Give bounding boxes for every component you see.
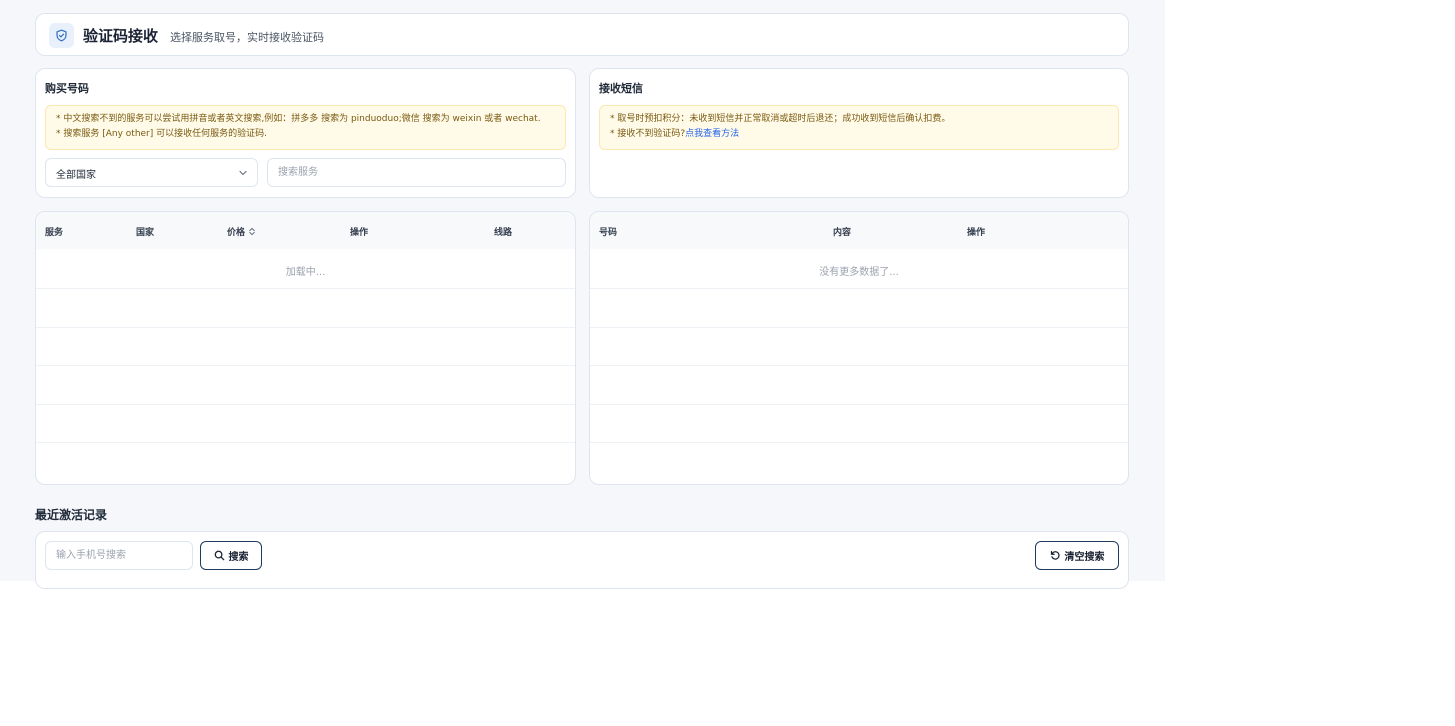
table-row xyxy=(36,288,575,327)
receive-sms-panel: 接收短信 * 取号时预扣积分：未收到短信并正常取消或超时后退还；成功收到短信后确… xyxy=(589,68,1129,198)
column-header-country: 国家 xyxy=(136,228,155,238)
chevron-down-icon xyxy=(239,170,247,176)
page-header: 验证码接收 选择服务取号，实时接收验证码 xyxy=(35,13,1129,56)
services-table-header: 服务 国家 价格 操作 线路 xyxy=(36,212,575,249)
sms-table-header: 号码 内容 操作 xyxy=(590,212,1128,249)
buy-notice-line-2: * 搜索服务 [Any other] 可以接收任何服务的验证码. xyxy=(56,129,267,139)
buy-notice-line-1: * 中文搜索不到的服务可以尝试用拼音或者英文搜索,例如：拼多多 搜索为 pind… xyxy=(56,114,541,124)
buy-panel-title: 购买号码 xyxy=(45,82,89,95)
table-row xyxy=(590,327,1128,366)
page-title: 验证码接收 xyxy=(83,27,159,45)
buy-number-panel: 购买号码 * 中文搜索不到的服务可以尝试用拼音或者英文搜索,例如：拼多多 搜索为… xyxy=(35,68,576,198)
receive-panel-title: 接收短信 xyxy=(599,82,643,95)
page-background: 验证码接收 选择服务取号，实时接收验证码 购买号码 * 中文搜索不到的服务可以尝… xyxy=(0,0,1165,589)
column-header-content: 内容 xyxy=(833,228,852,238)
loading-status: 加载中... xyxy=(285,267,326,278)
receive-notice: * 取号时预扣积分：未收到短信并正常取消或超时后退还；成功收到短信后确认扣费。 … xyxy=(599,105,1119,150)
search-icon xyxy=(214,550,224,561)
table-row xyxy=(36,442,575,481)
service-search-input[interactable] xyxy=(267,158,566,187)
receive-notice-line-1: * 取号时预扣积分：未收到短信并正常取消或超时后退还；成功收到短信后确认扣费。 xyxy=(610,114,951,124)
phone-search-input[interactable] xyxy=(45,541,193,570)
table-row xyxy=(590,288,1128,327)
refresh-icon xyxy=(1050,550,1060,560)
search-button-label: 搜索 xyxy=(228,552,249,563)
sms-table: 号码 内容 操作 没有更多数据了... xyxy=(589,211,1129,485)
table-row xyxy=(590,404,1128,443)
empty-status: 没有更多数据了... xyxy=(819,267,899,278)
clear-search-button[interactable]: 清空搜索 xyxy=(1035,541,1119,570)
column-header-price-label: 价格 xyxy=(227,228,246,238)
recent-activations-title: 最近激活记录 xyxy=(35,508,108,522)
table-row xyxy=(590,442,1128,481)
table-row xyxy=(36,327,575,366)
receive-notice-line-2-text: * 接收不到验证码? xyxy=(610,129,686,139)
help-link[interactable]: 点我查看方法 xyxy=(685,129,739,139)
clear-search-button-label: 清空搜索 xyxy=(1064,552,1105,563)
buy-notice: * 中文搜索不到的服务可以尝试用拼音或者英文搜索,例如：拼多多 搜索为 pind… xyxy=(45,105,566,150)
search-button[interactable]: 搜索 xyxy=(200,541,262,570)
column-header-route: 线路 xyxy=(494,228,513,238)
table-row xyxy=(590,365,1128,404)
table-row xyxy=(36,365,575,404)
shield-check-icon xyxy=(49,23,74,48)
column-header-number: 号码 xyxy=(599,228,618,238)
column-header-sms-action: 操作 xyxy=(967,228,986,238)
column-header-action: 操作 xyxy=(350,228,369,238)
country-select[interactable]: 全部国家 xyxy=(45,158,258,187)
table-row xyxy=(36,404,575,443)
receive-notice-line-2: * 接收不到验证码?点我查看方法 xyxy=(610,127,1118,142)
recent-search-bar: 搜索 清空搜索 xyxy=(35,531,1129,589)
column-header-service: 服务 xyxy=(45,228,64,238)
country-select-value: 全部国家 xyxy=(56,170,96,181)
services-table: 服务 国家 价格 操作 线路 加载中... xyxy=(35,211,576,485)
sort-icon xyxy=(249,227,255,236)
column-header-price[interactable]: 价格 xyxy=(227,225,256,238)
page-subtitle: 选择服务取号，实时接收验证码 xyxy=(170,31,324,44)
